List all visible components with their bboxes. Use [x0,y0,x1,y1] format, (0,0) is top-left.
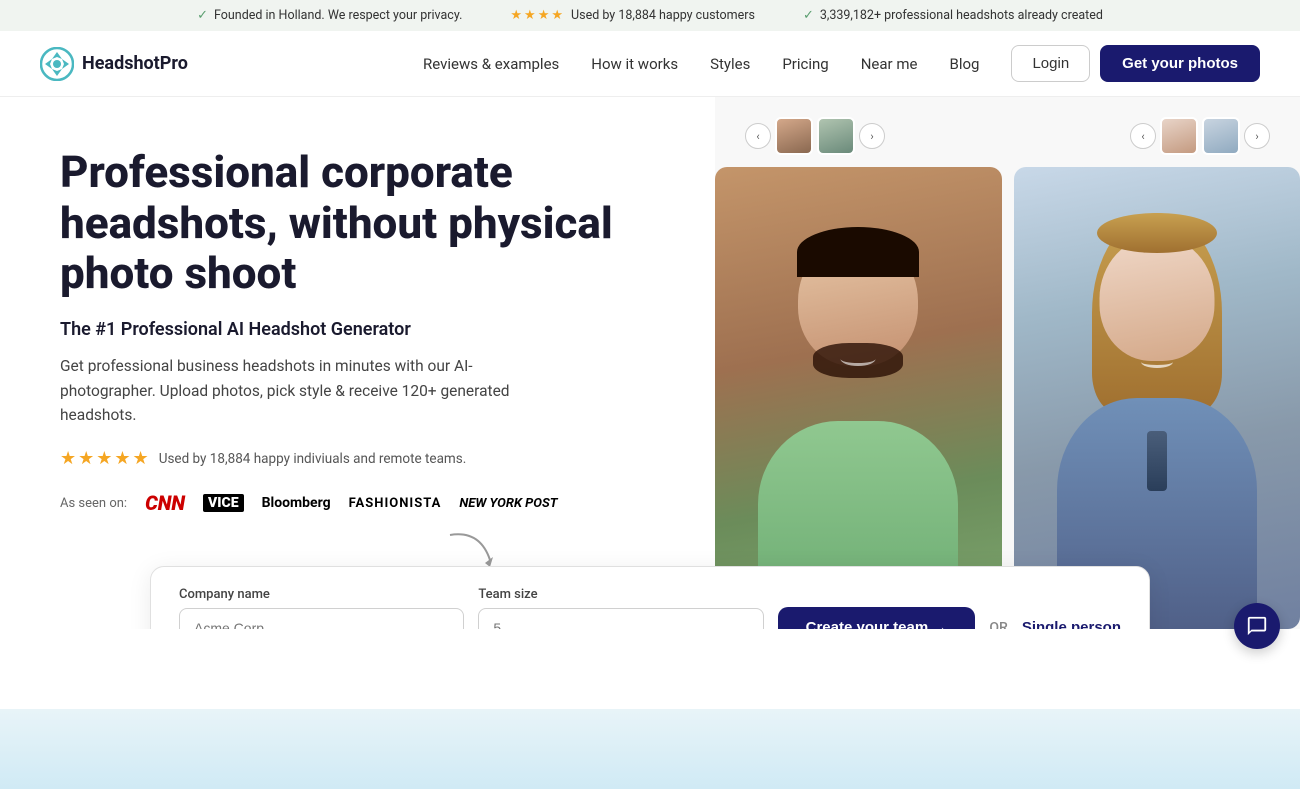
hero-content: Professional corporate headshots, withou… [0,97,715,629]
hero-title: Professional corporate headshots, withou… [60,147,675,299]
form-card: Company name Team size Create your team … [150,566,1150,629]
nav-link-styles[interactable]: Styles [710,55,750,73]
logo-text: HeadshotPro [82,53,188,74]
get-photos-button[interactable]: Get your photos [1100,45,1260,82]
nav-link-blog[interactable]: Blog [949,55,979,73]
banner-text-1: Founded in Holland. We respect your priv… [214,8,462,23]
thumb-female-2[interactable] [1202,117,1240,155]
company-name-input[interactable] [179,608,464,629]
thumb-male-2[interactable] [817,117,855,155]
banner-item-3: ✓ 3,339,182+ professional headshots alre… [803,8,1103,23]
brand-cnn: CNN [145,491,185,515]
brand-nyp: NEW YORK POST [459,496,557,511]
nav-item-pricing[interactable]: Pricing [782,54,828,73]
check-icon-3: ✓ [803,8,814,23]
nav-link-how-it-works[interactable]: How it works [591,55,678,73]
as-seen-label: As seen on: [60,496,127,511]
thumb-female-1[interactable] [1160,117,1198,155]
prev-arrow-left[interactable]: ‹ [745,123,771,149]
nav-link-near-me[interactable]: Near me [861,55,918,73]
banner-item-1: ✓ Founded in Holland. We respect your pr… [197,8,462,23]
next-arrow-left[interactable]: › [859,123,885,149]
brand-bloomberg: Bloomberg [262,495,331,511]
or-divider: OR [989,620,1007,629]
nav-item-styles[interactable]: Styles [710,54,750,73]
hero-image-female [1014,167,1300,629]
navbar: HeadshotPro Reviews & examples How it wo… [0,31,1300,97]
chat-icon [1246,615,1268,637]
next-arrow-right[interactable]: › [1244,123,1270,149]
nav-item-reviews[interactable]: Reviews & examples [423,54,559,73]
hero-rating: ★★★★★ Used by 18,884 happy indiviuals an… [60,448,675,469]
prev-arrow-right[interactable]: ‹ [1130,123,1156,149]
create-team-button[interactable]: Create your team → [778,607,976,629]
banner-text-2: Used by 18,884 happy customers [571,8,755,23]
logo[interactable]: HeadshotPro [40,47,188,81]
top-banner: ✓ Founded in Holland. We respect your pr… [0,0,1300,31]
rating-text: Used by 18,884 happy indiviuals and remo… [159,451,467,467]
nav-item-near-me[interactable]: Near me [861,54,918,73]
brand-vice: VICE [203,494,244,512]
nav-link-pricing[interactable]: Pricing [782,55,828,73]
as-seen-on: As seen on: CNN VICE Bloomberg FASHIONIS… [60,491,675,515]
single-person-button[interactable]: Single person [1022,619,1121,629]
team-size-label: Team size [478,587,763,602]
thumb-male-1[interactable] [775,117,813,155]
check-icon-1: ✓ [197,8,208,23]
team-size-group: Team size [478,587,763,629]
nav-links: Reviews & examples How it works Styles P… [423,54,979,73]
logo-icon [40,47,74,81]
company-name-label: Company name [179,587,464,602]
rating-stars: ★★★★★ [60,448,151,469]
hero-section: Professional corporate headshots, withou… [0,97,1300,629]
banner-text-3: 3,339,182+ professional headshots alread… [820,8,1103,23]
banner-item-2: ★★★★ Used by 18,884 happy customers [510,8,755,23]
bottom-area [0,709,1300,789]
chat-widget[interactable] [1234,603,1280,649]
nav-item-blog[interactable]: Blog [949,54,979,73]
hero-description: Get professional business headshots in m… [60,354,560,428]
company-name-group: Company name [179,587,464,629]
hero-subtitle: The #1 Professional AI Headshot Generato… [60,319,675,340]
brand-fashionista: FASHIONISTA [349,496,442,511]
nav-link-reviews[interactable]: Reviews & examples [423,55,559,73]
nav-item-how-it-works[interactable]: How it works [591,54,678,73]
login-button[interactable]: Login [1011,45,1090,82]
banner-stars: ★★★★ [510,8,565,23]
team-size-input[interactable] [478,608,763,629]
